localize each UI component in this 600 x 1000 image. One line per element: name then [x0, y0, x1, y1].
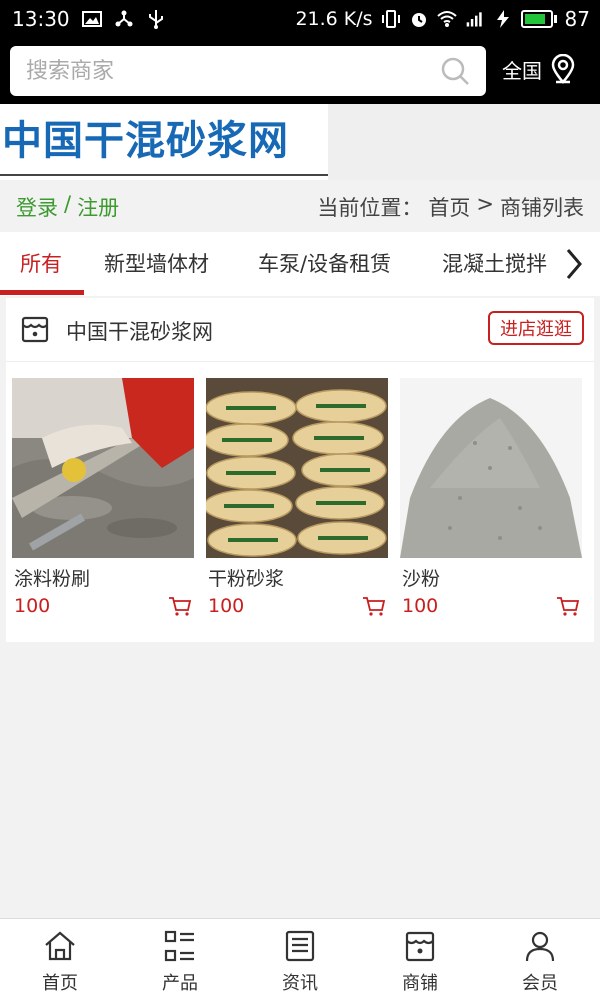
product-name: 干粉砂浆: [208, 568, 285, 590]
usb-icon: [148, 10, 163, 29]
account-row: 登录 / 注册 当前位置： 首页 > 商铺列表: [0, 180, 600, 230]
nav-label: 首页: [42, 973, 78, 994]
location-pin-icon: [551, 54, 575, 84]
visit-shop-button[interactable]: 进店逛逛: [488, 311, 584, 345]
image-icon: [81, 11, 102, 27]
search-icon[interactable]: [440, 56, 470, 86]
product-name: 涂料粉刷: [14, 568, 91, 590]
login-link[interactable]: 登录: [16, 192, 58, 222]
breadcrumb-home[interactable]: 首页: [428, 192, 470, 222]
product-image-sand-pile[interactable]: [400, 378, 582, 558]
product-price: 100: [14, 595, 51, 617]
tab-pump-rental[interactable]: 车泵/设备租赁: [258, 248, 391, 278]
battery-icon: [520, 10, 557, 28]
site-logo[interactable]: 中国干混砂浆网: [0, 104, 328, 180]
product-price: 100: [208, 595, 245, 617]
nav-label: 产品: [162, 973, 198, 994]
vibrate-icon: [381, 10, 400, 28]
logo-underline: [0, 174, 328, 176]
tab-wall-materials[interactable]: 新型墙体材: [104, 248, 209, 278]
status-bar: 13:30 21.6 K/s 87: [0, 0, 600, 40]
product-image-plastering[interactable]: [12, 378, 194, 558]
cart-icon[interactable]: [168, 596, 192, 616]
alarm-icon: [411, 13, 426, 27]
store-icon: [21, 316, 49, 343]
breadcrumb-current: 商铺列表: [500, 196, 584, 220]
search-box[interactable]: [10, 46, 486, 96]
nav-stores[interactable]: 商铺: [360, 919, 480, 1000]
search-header: 全国: [0, 40, 600, 104]
breadcrumb-prefix: 当前位置：: [317, 196, 423, 220]
store-icon: [405, 931, 435, 962]
nav-home[interactable]: 首页: [0, 919, 120, 1000]
product-image-mortar-bags[interactable]: [206, 378, 388, 558]
charging-icon: [496, 10, 509, 28]
account-separator: /: [64, 192, 72, 216]
region-selector[interactable]: 全国: [502, 54, 576, 84]
tabs-scroll-right[interactable]: [548, 232, 600, 296]
cart-icon[interactable]: [362, 596, 386, 616]
home-icon: [45, 931, 75, 961]
nav-label: 会员: [522, 973, 558, 994]
news-icon: [285, 930, 315, 962]
breadcrumb: 当前位置： 首页 > 商铺列表: [317, 192, 584, 222]
nav-products[interactable]: 产品: [120, 919, 240, 1000]
search-input[interactable]: [26, 58, 426, 84]
nav-member[interactable]: 会员: [480, 919, 600, 1000]
breadcrumb-arrow: >: [476, 192, 494, 216]
signal-4g-icon: [466, 12, 482, 27]
product-name: 沙粉: [402, 568, 441, 590]
product-card[interactable]: 干粉砂浆 100: [206, 378, 388, 617]
product-card[interactable]: 沙粉 100: [400, 378, 582, 617]
wifi-icon: [436, 11, 457, 27]
clock: 13:30: [12, 7, 70, 31]
shop-card: 中国干混砂浆网 进店逛逛 涂料粉刷 100 干粉砂浆 100 沙粉 100: [6, 298, 594, 642]
shop-name[interactable]: 中国干混砂浆网: [66, 316, 213, 346]
network-speed: 21.6 K/s: [295, 8, 373, 30]
logo-area: 中国干混砂浆网: [0, 104, 600, 180]
bottom-nav: 首页 产品 资讯 商铺 会员: [0, 918, 600, 1000]
tab-all[interactable]: 所有: [20, 248, 62, 278]
account-links: 登录 / 注册: [16, 192, 119, 222]
register-link[interactable]: 注册: [77, 192, 119, 222]
nav-news[interactable]: 资讯: [240, 919, 360, 1000]
product-card[interactable]: 涂料粉刷 100: [12, 378, 194, 617]
user-icon: [525, 931, 555, 962]
logo-text: 中国干混砂浆网: [2, 118, 289, 164]
active-tab-indicator: [0, 290, 84, 295]
tab-concrete-station[interactable]: 混凝土搅拌站: [442, 248, 560, 278]
grid-list-icon: [164, 930, 194, 962]
region-label: 全国: [502, 58, 542, 83]
shop-card-header: 中国干混砂浆网 进店逛逛: [6, 298, 594, 362]
category-tabs: 所有 新型墙体材 车泵/设备租赁 混凝土搅拌站: [0, 232, 600, 296]
chevron-right-icon: [566, 249, 582, 279]
battery-level: 87: [564, 7, 590, 31]
share-icon: [115, 10, 133, 27]
nav-label: 资讯: [282, 973, 318, 994]
nav-label: 商铺: [402, 973, 438, 994]
cart-icon[interactable]: [556, 596, 580, 616]
product-price: 100: [402, 595, 439, 617]
